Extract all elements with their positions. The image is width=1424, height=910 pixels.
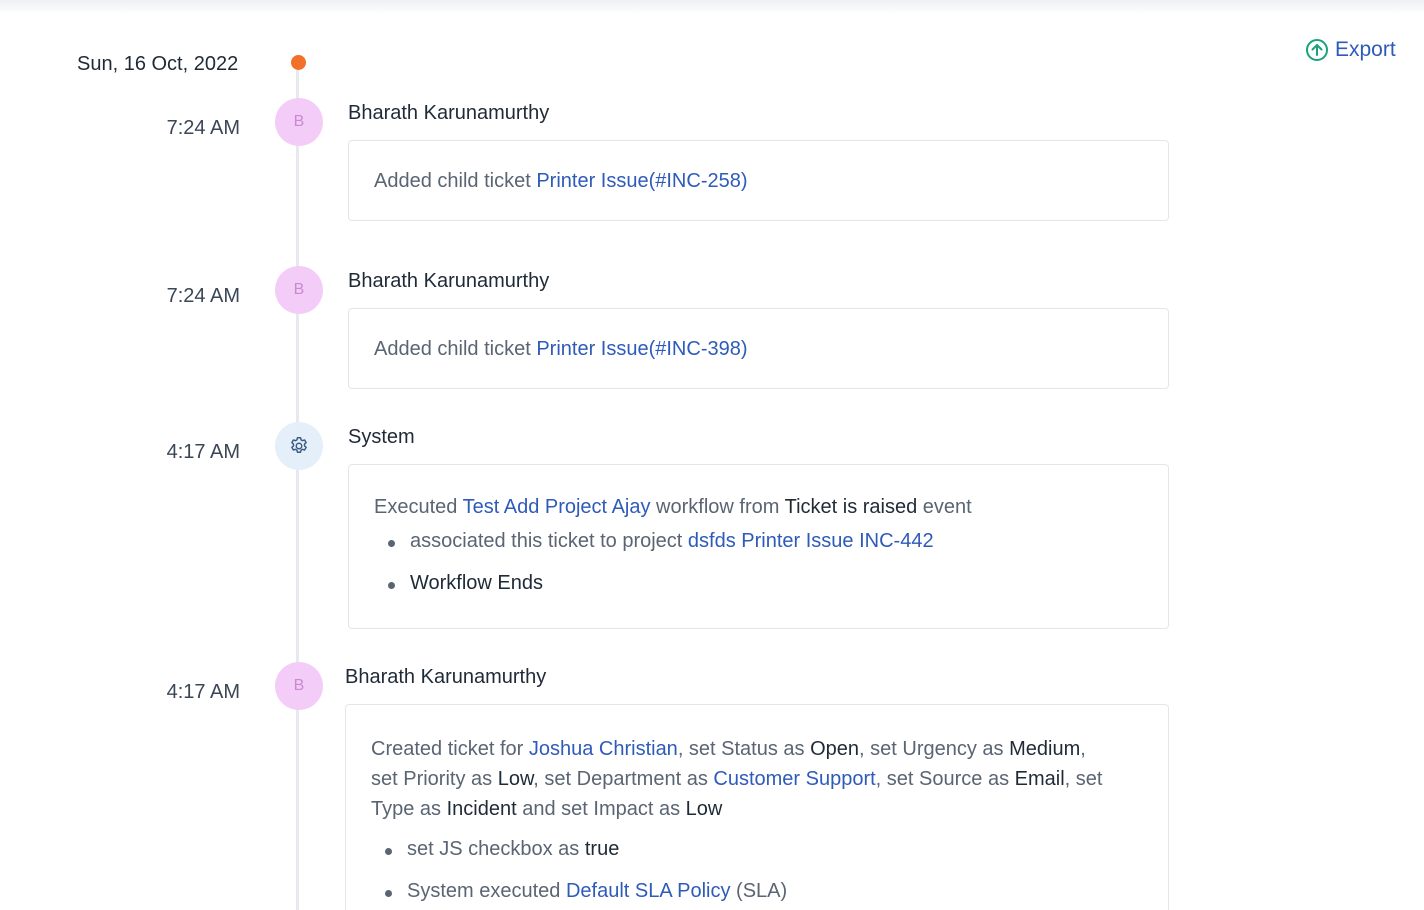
timeline-date-dot: [291, 55, 306, 70]
project-link[interactable]: dsfds Printer Issue INC-442: [688, 530, 934, 552]
activity-card: Added child ticket Printer Issue(#INC-25…: [348, 140, 1169, 221]
source-value: Email: [1014, 768, 1065, 790]
sla-policy-link[interactable]: Default SLA Policy: [566, 880, 731, 902]
event-name: Ticket is raised: [784, 496, 918, 518]
child-ticket-link[interactable]: Printer Issue(#INC-398): [536, 338, 747, 360]
activity-card: Created ticket for Joshua Christian, set…: [345, 704, 1169, 910]
created-details: Created ticket for Joshua Christian, set…: [371, 734, 1143, 824]
gear-icon: [291, 437, 307, 453]
entry-actor: Bharath Karunamurthy: [348, 270, 550, 292]
activity-text: associated this ticket to project: [410, 530, 688, 552]
entry-time: 7:24 AM: [166, 285, 240, 307]
activity-text: workflow from: [650, 496, 785, 518]
workflow-line: Executed Test Add Project Ajay workflow …: [374, 494, 1143, 520]
activity-text: Executed: [374, 496, 463, 518]
timeline-date: Sun, 16 Oct, 2022: [77, 53, 239, 75]
activity-text: , set Status as: [677, 738, 811, 760]
type-value: Incident: [446, 798, 517, 820]
avatar: B: [275, 266, 323, 314]
created-line: Type as Incident and set Impact as Low: [371, 794, 1143, 824]
avatar: B: [275, 98, 323, 146]
activity-text: , set Urgency as: [859, 738, 1010, 760]
checkbox-value: true: [584, 838, 620, 860]
activity-text: , set Source as: [875, 768, 1015, 790]
entry-time: 7:24 AM: [166, 117, 240, 139]
activity-text: (SLA): [730, 880, 788, 902]
activity-card: Executed Test Add Project Ajay workflow …: [348, 464, 1169, 629]
upload-circle-icon: [1306, 39, 1328, 61]
entry-time: 4:17 AM: [166, 681, 240, 703]
list-item: set JS checkbox as true: [371, 836, 1143, 862]
requester-link[interactable]: Joshua Christian: [529, 738, 678, 760]
priority-value: Low: [497, 768, 534, 790]
urgency-value: Medium: [1009, 738, 1081, 760]
entry-actor: Bharath Karunamurthy: [348, 102, 550, 124]
activity-text: Workflow Ends: [410, 572, 544, 594]
impact-value: Low: [685, 798, 723, 820]
activity-text: ,: [1080, 738, 1086, 760]
workflow-steps: associated this ticket to project dsfds …: [374, 528, 1143, 596]
department-link[interactable]: Customer Support: [713, 768, 875, 790]
export-label: Export: [1335, 38, 1396, 61]
activity-text: set JS checkbox as: [407, 838, 585, 860]
activity-text: Added child ticket: [374, 170, 537, 192]
activity-text: Created ticket for: [371, 738, 529, 760]
activity-text: and set Impact as: [516, 798, 686, 820]
activity-card: Added child ticket Printer Issue(#INC-39…: [348, 308, 1169, 389]
workflow-link[interactable]: Test Add Project Ajay: [463, 496, 651, 518]
entry-actor: System: [348, 426, 415, 448]
timeline-rail: [296, 63, 299, 910]
entry-time: 4:17 AM: [166, 441, 240, 463]
export-button[interactable]: Export: [1305, 38, 1396, 62]
created-line: set Priority as Low, set Department as C…: [371, 764, 1143, 794]
activity-text: Type as: [371, 798, 447, 820]
activity-text: event: [917, 496, 972, 518]
activity-text: , set: [1064, 768, 1103, 790]
activity-text: , set Department as: [533, 768, 714, 790]
activity-text: set Priority as: [371, 768, 498, 790]
status-value: Open: [810, 738, 860, 760]
list-item: System executed Default SLA Policy (SLA): [371, 878, 1143, 904]
activity-text: System executed: [407, 880, 566, 902]
list-item: associated this ticket to project dsfds …: [374, 528, 1143, 554]
created-line: Created ticket for Joshua Christian, set…: [371, 734, 1143, 764]
entry-actor: Bharath Karunamurthy: [345, 666, 547, 688]
child-ticket-link[interactable]: Printer Issue(#INC-258): [536, 170, 747, 192]
system-avatar: [275, 422, 323, 470]
top-shadow: [0, 0, 1424, 14]
list-item: Workflow Ends: [374, 570, 1143, 596]
avatar: B: [275, 662, 323, 710]
created-steps: set JS checkbox as true System executed …: [371, 836, 1143, 904]
activity-text: Added child ticket: [374, 338, 537, 360]
